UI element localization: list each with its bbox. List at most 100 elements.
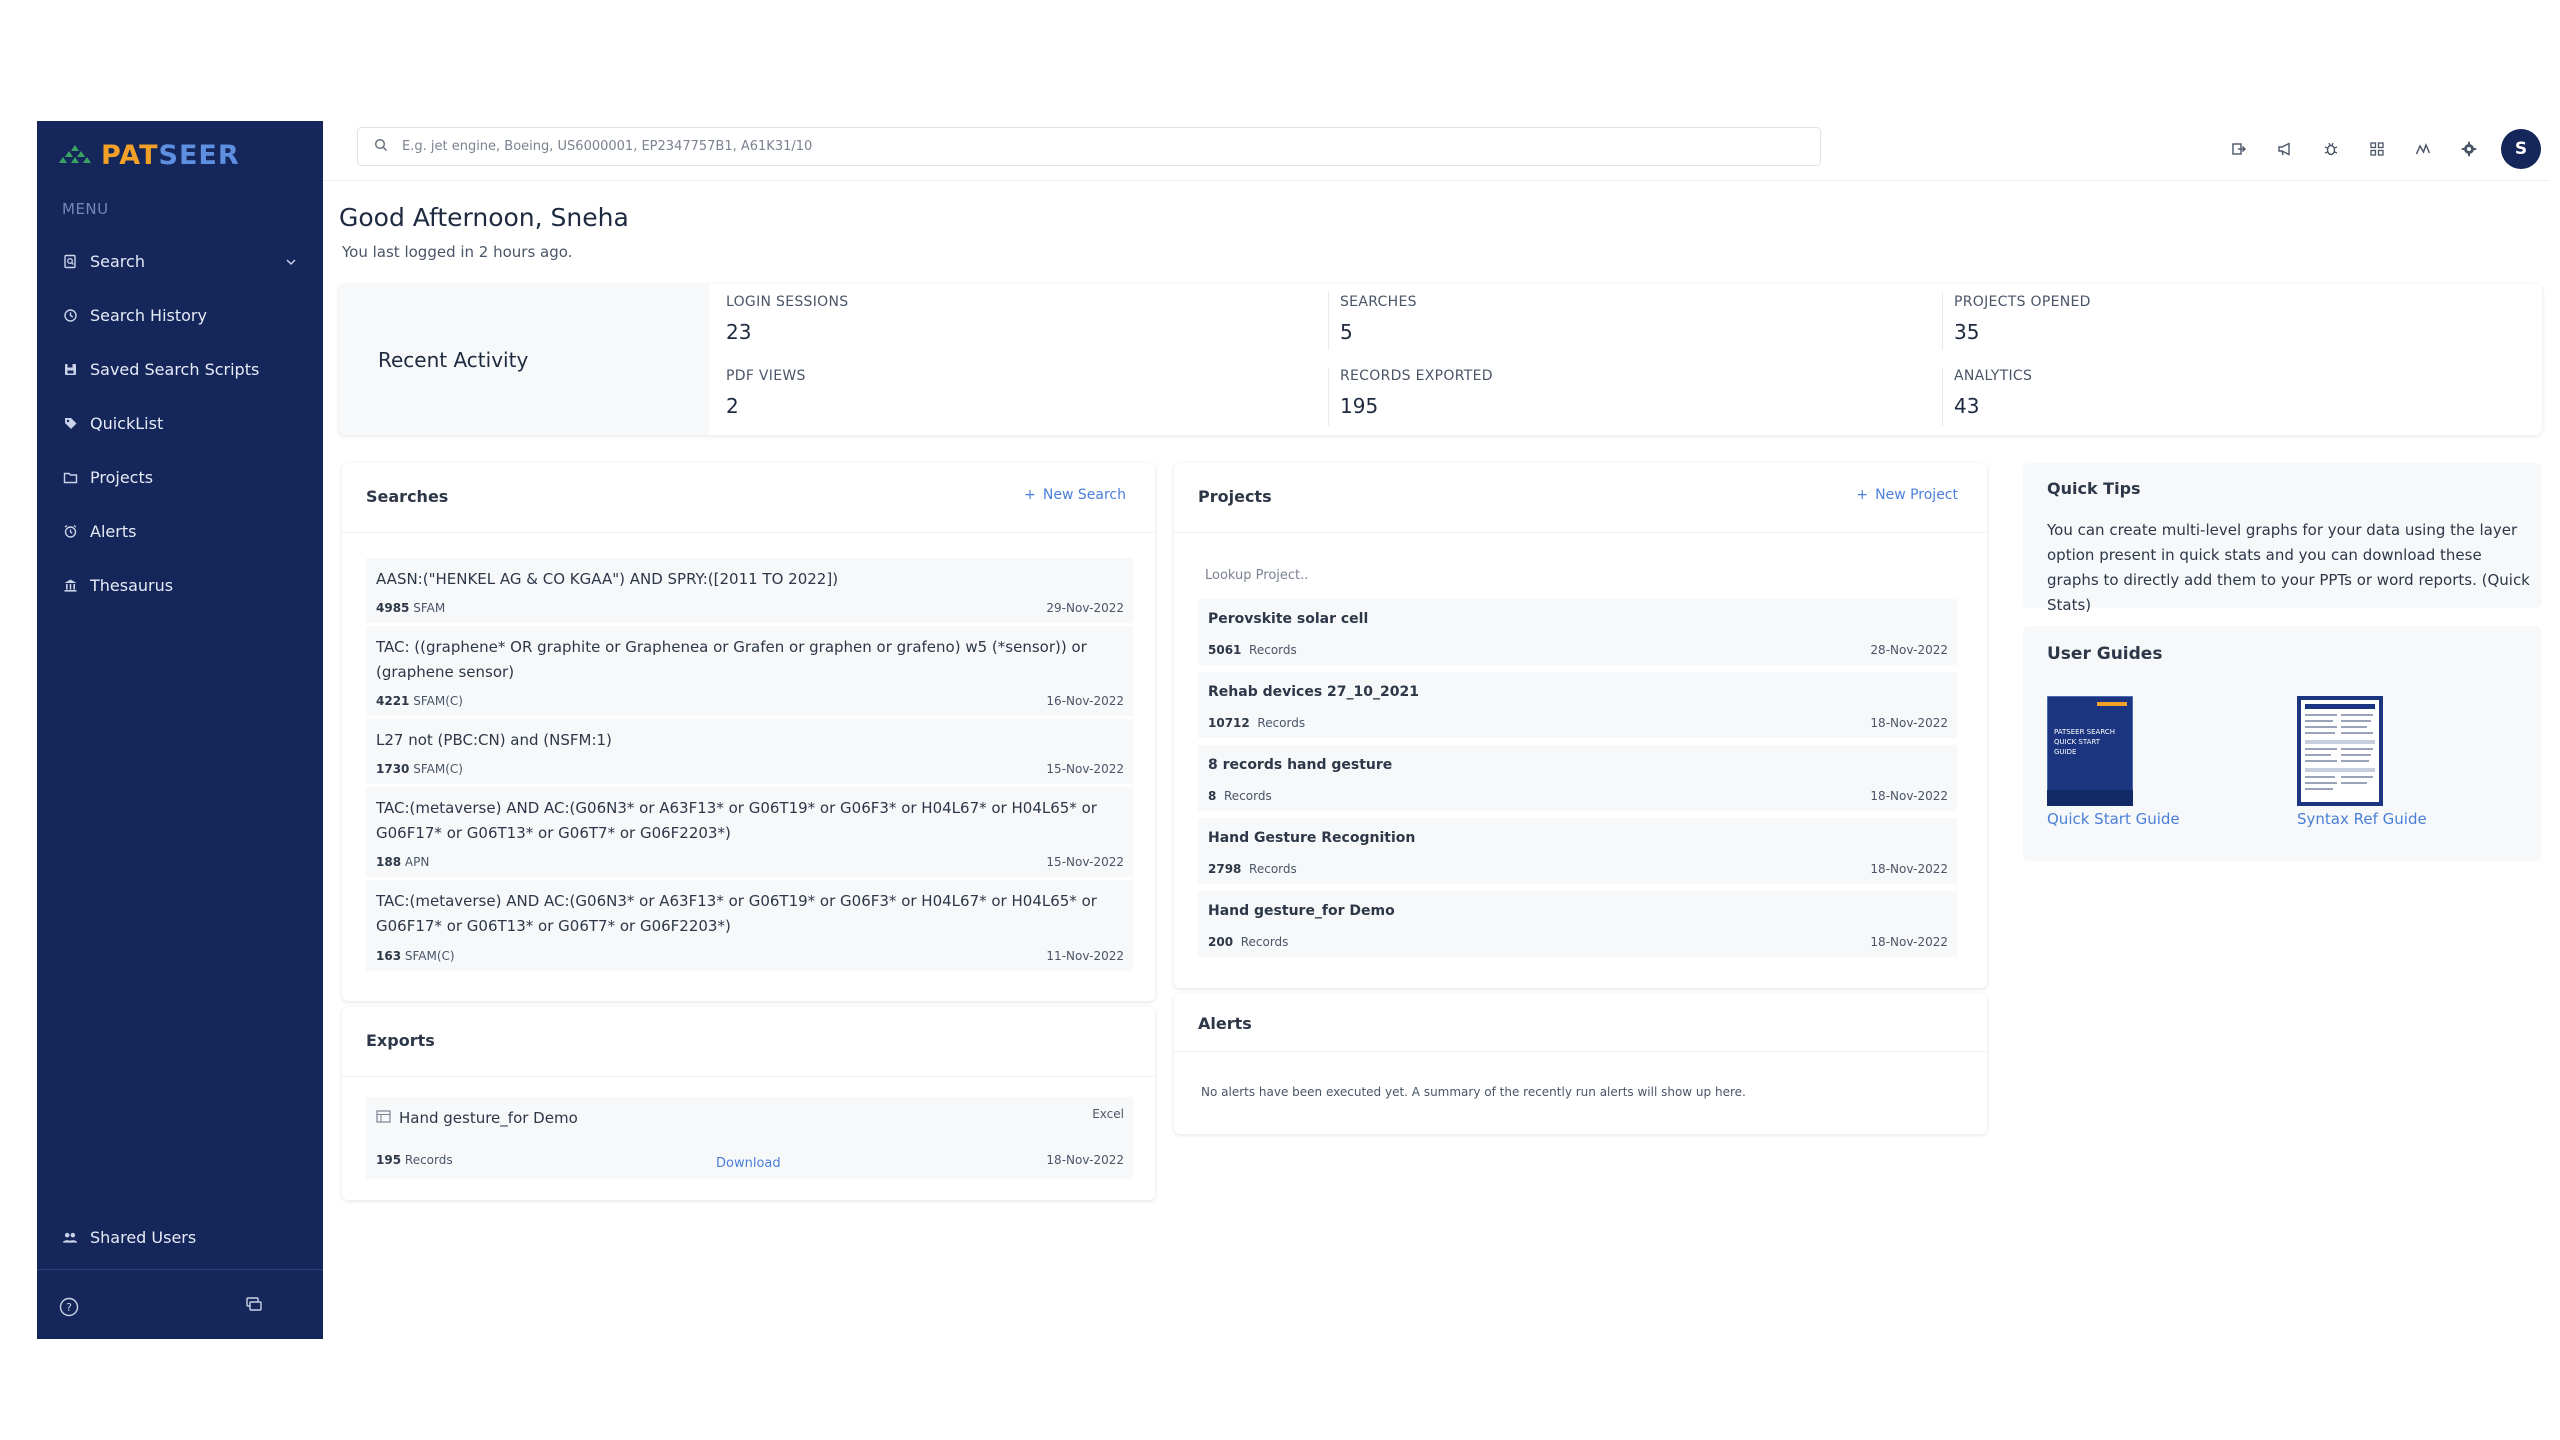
sidebar-item-search-history[interactable]: Search History (37, 293, 323, 337)
export-row[interactable]: Hand gesture_for Demo Excel 195 Records … (366, 1097, 1133, 1179)
quick-tips-title: Quick Tips (2047, 479, 2141, 498)
recent-activity-title: Recent Activity (378, 347, 529, 372)
activity-icon[interactable] (2409, 135, 2437, 163)
quick-start-guide-link[interactable]: Quick Start Guide (2047, 810, 2180, 828)
export-count: 195 Records (376, 1153, 453, 1167)
search-count: 188 APN (376, 855, 430, 869)
project-name: Hand Gesture Recognition (1208, 830, 1416, 846)
bank-icon (62, 577, 78, 593)
sidebar-item-alerts[interactable]: Alerts (37, 509, 323, 553)
sidebar-item-projects[interactable]: Projects (37, 455, 323, 499)
stat-value: 2 (726, 394, 739, 418)
searches-card-title: Searches (366, 487, 449, 506)
export-type: Excel (1092, 1107, 1124, 1121)
stat-login-sessions: LOGIN SESSIONS 23 (726, 294, 1336, 349)
project-date: 18-Nov-2022 (1870, 789, 1948, 803)
chevron-down-icon[interactable] (285, 253, 297, 272)
apps-grid-icon[interactable] (2363, 135, 2391, 163)
cover-text-2: QUICK START (2054, 738, 2101, 746)
syntax-ref-guide-link[interactable]: Syntax Ref Guide (2297, 810, 2427, 828)
search-row[interactable]: TAC:(metaverse) AND AC:(G06N3* or A63F13… (366, 880, 1133, 971)
project-row[interactable]: Perovskite solar cell 5061 Records 28-No… (1198, 599, 1957, 665)
stat-label: SEARCHES (1340, 294, 1417, 310)
stat-searches: SEARCHES 5 (1340, 294, 1950, 349)
sidebar-item-search[interactable]: Search (37, 239, 323, 283)
exports-card-title: Exports (366, 1031, 435, 1050)
quick-start-guide[interactable]: PATSEER SEARCH QUICK START GUIDE Quick S… (2046, 695, 2180, 828)
quick-tips-text: You can create multi-level graphs for yo… (2047, 521, 2530, 614)
stat-label: RECORDS EXPORTED (1340, 368, 1493, 384)
gear-icon[interactable] (2455, 135, 2483, 163)
sidebar-item-label: Search History (90, 305, 207, 325)
sidebar-item-label: Search (90, 251, 145, 271)
search-row[interactable]: AASN:("HENKEL AG & CO KGAA") AND SPRY:([… (366, 558, 1133, 623)
project-count: 8 Records (1208, 789, 1272, 803)
bug-icon[interactable] (2317, 135, 2345, 163)
sidebar-item-quicklist[interactable]: QuickList (37, 401, 323, 445)
stat-label: PROJECTS OPENED (1954, 294, 2091, 310)
project-count: 200 Records (1208, 935, 1289, 949)
project-date: 18-Nov-2022 (1870, 935, 1948, 949)
search-count: 4221 SFAM(C) (376, 694, 463, 708)
chat-icon[interactable] (242, 1293, 266, 1317)
project-row[interactable]: Rehab devices 27_10_2021 10712 Records 1… (1198, 672, 1957, 738)
sidebar-divider (37, 1269, 323, 1270)
project-count: 2798 Records (1208, 862, 1297, 876)
stat-separator (1328, 292, 1329, 350)
sidebar-item-label: QuickList (90, 413, 164, 433)
search-query: AASN:("HENKEL AG & CO KGAA") AND SPRY:([… (376, 570, 839, 588)
logout-icon[interactable] (2225, 135, 2253, 163)
project-row[interactable]: 8 records hand gesture 8 Records 18-Nov-… (1198, 745, 1957, 811)
user-avatar[interactable]: S (2501, 129, 2541, 169)
download-link[interactable]: Download (716, 1156, 781, 1171)
project-count: 5061 Records (1208, 643, 1297, 657)
stat-label: ANALYTICS (1954, 368, 2033, 384)
project-row[interactable]: Hand gesture_for Demo 200 Records 18-Nov… (1198, 891, 1957, 957)
sidebar-item-shared-users[interactable]: Shared Users (37, 1215, 323, 1259)
stat-label: PDF VIEWS (726, 368, 806, 384)
alerts-empty-message: No alerts have been executed yet. A summ… (1201, 1085, 1746, 1099)
project-name: Perovskite solar cell (1208, 611, 1369, 627)
stat-pdf-views: PDF VIEWS 2 (726, 368, 1336, 423)
stat-separator (1942, 368, 1943, 426)
syntax-ref-guide[interactable]: Syntax Ref Guide (2297, 696, 2427, 828)
spreadsheet-icon (376, 1106, 391, 1131)
searches-card-header: Searches + New Search (342, 463, 1155, 533)
logo-wordmark: PATSEER (101, 139, 240, 171)
project-row[interactable]: Hand Gesture Recognition 2798 Records 18… (1198, 818, 1957, 884)
lookup-project-input[interactable] (1203, 564, 1953, 586)
search-date: 15-Nov-2022 (1046, 762, 1124, 776)
stat-label: LOGIN SESSIONS (726, 294, 849, 310)
new-search-button[interactable]: + New Search (1024, 487, 1126, 503)
exports-card: Exports Hand gesture_for Demo Excel 195 … (342, 1007, 1155, 1200)
sidebar-item-thesaurus[interactable]: Thesaurus (37, 563, 323, 607)
search-row[interactable]: TAC:(metaverse) AND AC:(G06N3* or A63F13… (366, 787, 1133, 877)
stat-value: 35 (1954, 320, 1980, 344)
megaphone-icon[interactable] (2271, 135, 2299, 163)
global-search-input[interactable] (400, 138, 1780, 155)
export-date: 18-Nov-2022 (1046, 1153, 1124, 1167)
global-search-box[interactable] (357, 127, 1821, 166)
search-row[interactable]: TAC: ((graphene* OR graphite or Graphene… (366, 626, 1133, 716)
search-date: 11-Nov-2022 (1046, 949, 1124, 963)
sidebar-item-label: Alerts (90, 521, 137, 541)
stat-value: 43 (1954, 394, 1980, 418)
project-name: Rehab devices 27_10_2021 (1208, 684, 1419, 700)
search-query: TAC:(metaverse) AND AC:(G06N3* or A63F13… (376, 892, 1097, 935)
search-row[interactable]: L27 not (PBC:CN) and (NSFM:1) 1730 SFAM(… (366, 719, 1133, 784)
help-icon[interactable]: ? (57, 1295, 81, 1319)
stat-projects-opened: PROJECTS OPENED 35 (1954, 294, 2560, 349)
syntax-ref-guide-cover (2297, 696, 2383, 806)
top-icon-bar: S (2207, 129, 2550, 169)
svg-text:?: ? (66, 1301, 72, 1314)
sidebar-item-label: Projects (90, 467, 154, 487)
alerts-card-header: Alerts (1174, 994, 1987, 1052)
patseer-logo[interactable]: PATSEER (59, 135, 240, 175)
new-project-button[interactable]: + New Project (1856, 487, 1958, 503)
save-icon (62, 361, 78, 377)
recent-activity-label-area: Recent Activity (339, 284, 709, 435)
sidebar-item-saved-search-scripts[interactable]: Saved Search Scripts (37, 347, 323, 391)
search-date: 16-Nov-2022 (1046, 694, 1124, 708)
projects-card-title: Projects (1198, 487, 1272, 506)
stat-separator (1328, 368, 1329, 426)
